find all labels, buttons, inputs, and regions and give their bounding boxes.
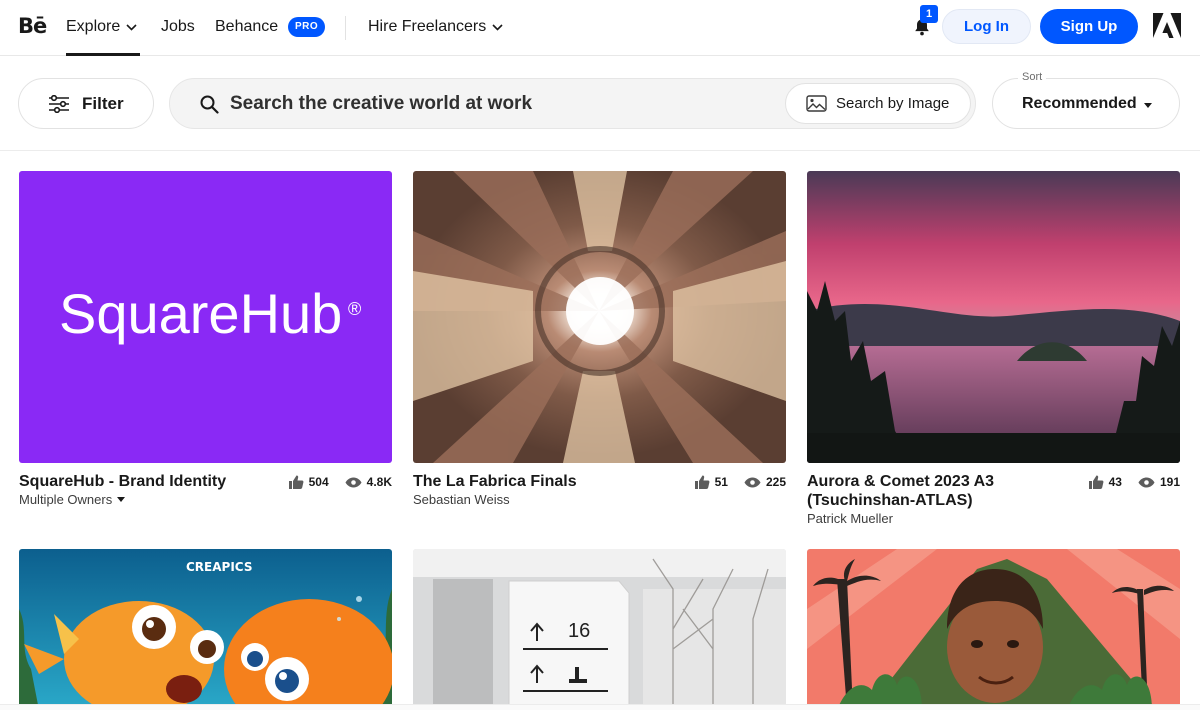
search-input[interactable] (230, 91, 770, 117)
cover-wordmark: SquareHub (59, 282, 342, 345)
caret-down-icon (117, 497, 126, 502)
signup-button[interactable]: Sign Up (1040, 9, 1138, 44)
filter-button[interactable]: Filter (18, 78, 154, 129)
la-fabrica-cover-image (413, 171, 786, 463)
nav-divider (345, 16, 346, 40)
project-cover[interactable]: SquareHub ® (19, 171, 392, 463)
likes-count: 43 (1108, 475, 1122, 489)
sort-value: Recommended (1022, 95, 1137, 112)
sort-dropdown[interactable]: Recommended (992, 78, 1180, 129)
views-count: 191 (1159, 475, 1180, 489)
cartoon-fish-cover-image: CREAPICS (19, 549, 392, 710)
top-navigation: Bē Explore Jobs Behance PRO Hire Freelan… (0, 0, 1200, 56)
project-owner[interactable]: Patrick Mueller (807, 511, 893, 526)
behance-logo[interactable]: Bē (18, 14, 47, 38)
likes-count: 504 (308, 475, 329, 489)
sort-caption: Sort (1018, 71, 1047, 83)
project-title[interactable]: SquareHub - Brand Identity (19, 472, 269, 491)
filter-label: Filter (82, 93, 124, 113)
thumbs-up-icon (1088, 475, 1104, 489)
project-card[interactable]: SquareHub ® SquareHub - Brand Identity M… (19, 171, 392, 511)
aurora-cover-image (807, 171, 1180, 463)
project-cover[interactable] (413, 171, 786, 463)
likes-count: 51 (714, 475, 728, 489)
project-title[interactable]: Aurora & Comet 2023 A3 (Tsuchinshan-ATLA… (807, 472, 1057, 510)
project-cover[interactable]: 16 (413, 549, 786, 710)
signage-cover-image: 16 (413, 549, 786, 710)
project-stats: 504 4.8K (288, 475, 392, 489)
chevron-down-icon (126, 23, 137, 31)
project-cover[interactable] (807, 549, 1180, 710)
login-button[interactable]: Log In (942, 9, 1031, 44)
project-card[interactable]: The La Fabrica Finals Sebastian Weiss 51… (413, 171, 786, 511)
views-count: 4.8K (366, 475, 392, 489)
project-cover[interactable]: CREAPICS (19, 549, 392, 710)
adobe-logo[interactable] (1153, 13, 1181, 38)
project-owner[interactable]: Sebastian Weiss (413, 492, 510, 507)
project-stats: 51 225 (694, 475, 786, 489)
thumbs-up-icon (694, 475, 710, 489)
notification-count-badge: 1 (920, 5, 938, 23)
project-owner[interactable]: Multiple Owners (19, 492, 126, 507)
nav-jobs[interactable]: Jobs (161, 18, 195, 36)
project-card[interactable]: Aurora & Comet 2023 A3 (Tsuchinshan-ATLA… (807, 171, 1180, 531)
nav-hire-label: Hire Freelancers (368, 18, 487, 35)
project-card[interactable]: 16 (413, 549, 786, 710)
caret-down-icon (1144, 103, 1152, 108)
project-card[interactable] (807, 549, 1180, 710)
views-count: 225 (765, 475, 786, 489)
nav-behance-pro[interactable]: Behance (215, 18, 278, 36)
project-title[interactable]: The La Fabrica Finals (413, 472, 663, 491)
active-tab-indicator (66, 53, 140, 56)
nav-hire-freelancers[interactable]: Hire Freelancers (368, 18, 503, 36)
sign-number: 16 (568, 620, 590, 642)
owner-name: Multiple Owners (19, 492, 113, 507)
image-icon (806, 95, 827, 112)
nav-explore[interactable]: Explore (66, 18, 137, 36)
eye-icon (345, 477, 362, 487)
bottom-edge (0, 704, 1200, 710)
squarehub-cover-image: SquareHub ® (19, 171, 392, 463)
cover-brand-text: CREAPICS (186, 560, 252, 574)
illustration-cover-image (807, 549, 1180, 710)
section-divider (0, 150, 1200, 151)
search-by-image-label: Search by Image (836, 95, 950, 112)
thumbs-up-icon (288, 475, 304, 489)
project-card[interactable]: CREAPICS (19, 549, 392, 710)
search-bar[interactable]: Search by Image (169, 78, 976, 129)
pro-badge[interactable]: PRO (288, 17, 326, 37)
registered-mark: ® (348, 299, 361, 319)
chevron-down-icon (492, 23, 503, 31)
project-stats: 43 191 (1088, 475, 1180, 489)
nav-explore-label: Explore (66, 18, 121, 35)
eye-icon (744, 477, 761, 487)
project-cover[interactable] (807, 171, 1180, 463)
search-by-image-button[interactable]: Search by Image (785, 83, 971, 124)
eye-icon (1138, 477, 1155, 487)
sliders-icon (49, 94, 69, 113)
search-icon (200, 95, 219, 114)
